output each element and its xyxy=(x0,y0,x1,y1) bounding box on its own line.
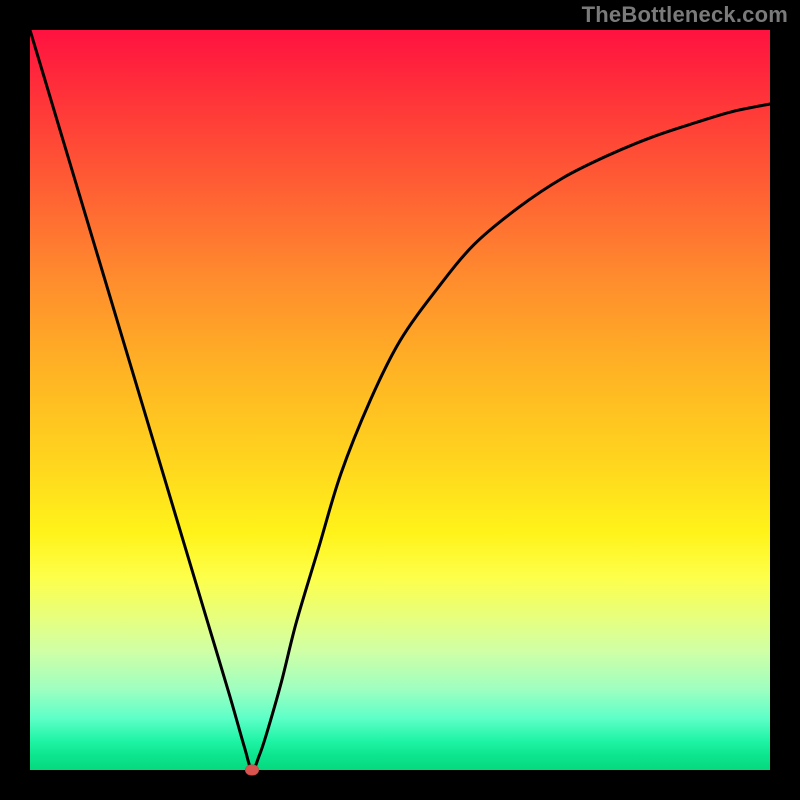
bottleneck-curve xyxy=(30,30,770,770)
plot-area xyxy=(30,30,770,770)
watermark-text: TheBottleneck.com xyxy=(582,2,788,28)
chart-frame: TheBottleneck.com xyxy=(0,0,800,800)
curve-svg xyxy=(30,30,770,770)
optimum-marker xyxy=(245,765,259,776)
